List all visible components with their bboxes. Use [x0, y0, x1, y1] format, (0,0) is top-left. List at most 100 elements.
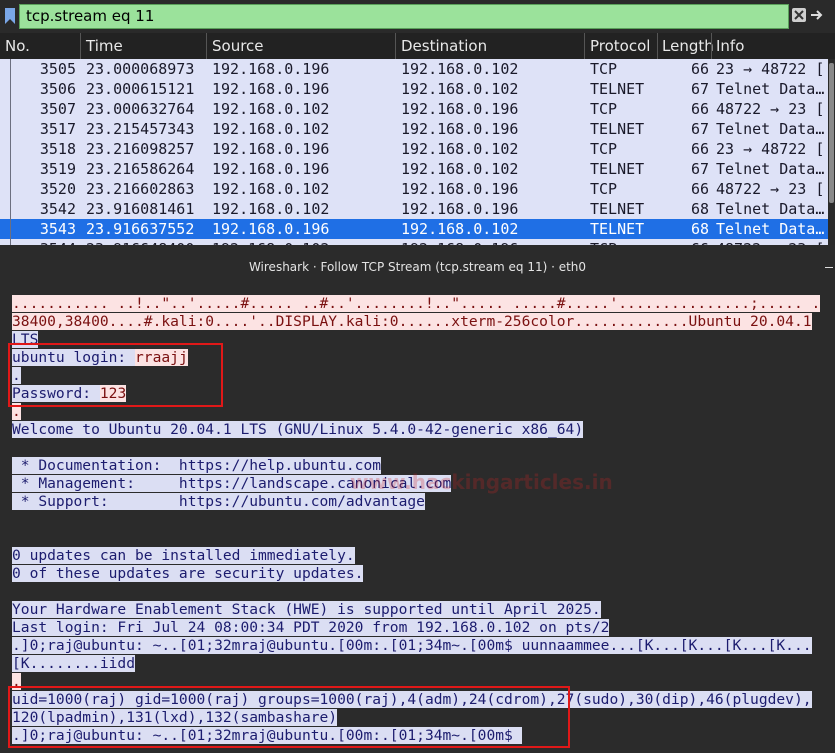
packet-no: 3542: [39, 200, 76, 218]
packet-length: 67: [690, 80, 709, 98]
packet-row[interactable]: 3518 23.216098257 192.168.0.196 192.168.0.1…: [0, 139, 828, 159]
server-stream-line: * Documentation: https://help.ubuntu.com: [12, 457, 382, 475]
packet-no: 3543: [39, 220, 76, 238]
stream-text: * Support: https://ubuntu.com/advantage: [12, 493, 425, 510]
packet-length: 66: [690, 140, 709, 158]
packet-source: 192.168.0.102: [212, 200, 330, 218]
packet-destination: 192.168.0.102: [401, 160, 519, 178]
packet-source: 192.168.0.196: [212, 60, 330, 78]
packet-no: 3517: [39, 120, 76, 138]
packet-no: 3518: [39, 140, 76, 158]
packet-info: Telnet Data…: [716, 120, 825, 138]
packet-source: 192.168.0.196: [212, 140, 330, 158]
server-stream-line: 0 of these updates are security updates.: [12, 565, 364, 583]
packet-no: 3520: [39, 180, 76, 198]
id-output-highlight-box: [8, 686, 570, 748]
packet-destination: 192.168.0.102: [401, 140, 519, 158]
stream-text: Your Hardware Enablement Stack (HWE) is …: [12, 601, 601, 618]
packet-destination: 192.168.0.102: [401, 80, 519, 98]
packet-destination: 192.168.0.196: [401, 100, 519, 118]
packet-protocol: TCP: [590, 100, 618, 118]
packet-protocol: TELNET: [590, 200, 645, 218]
packet-row[interactable]: 3542 23.916081461 192.168.0.102 192.168.0.1…: [0, 199, 828, 219]
column-header-destination[interactable]: Destination: [401, 37, 487, 55]
window-title: Wireshark · Follow TCP Stream (tcp.strea…: [248, 260, 587, 274]
client-stream-line: 38400,38400....#.kali:0....'..DISPLAY.ka…: [12, 313, 812, 331]
packet-time: 23.216098257: [86, 140, 195, 158]
packet-info: 48722 → 23 [: [716, 100, 825, 118]
server-stream-line: Your Hardware Enablement Stack (HWE) is …: [12, 601, 601, 619]
clear-filter-icon[interactable]: [792, 8, 806, 22]
packet-row[interactable]: 3506 23.000615121 192.168.0.196 192.168.0.1…: [0, 79, 828, 99]
packet-protocol: TCP: [590, 180, 618, 198]
packet-length: 68: [690, 200, 709, 218]
packet-time: 23.000632764: [86, 100, 195, 118]
packet-no: 3507: [39, 100, 76, 118]
column-header-length[interactable]: Length: [662, 37, 714, 55]
packet-time: 23.916637552: [86, 220, 195, 238]
packet-row[interactable]: 3520 23.216602863 192.168.0.102 192.168.0.1…: [0, 179, 828, 199]
server-stream-line: [K........iidd: [12, 655, 136, 673]
packet-source: 192.168.0.102: [212, 100, 330, 118]
packet-row[interactable]: 3507 23.000632764 192.168.0.102 192.168.0.1…: [0, 99, 828, 119]
packet-info: 23 → 48722 [: [716, 140, 825, 158]
display-filter-bar: tcp.stream eq 11: [0, 0, 835, 33]
packet-no: 3506: [39, 80, 76, 98]
packet-source: 192.168.0.102: [212, 120, 330, 138]
server-stream-line: 0 updates can be installed immediately.: [12, 547, 355, 565]
stream-text: .]0;raj@ubuntu: ~..[01;32mraj@ubuntu.[00…: [12, 637, 812, 654]
packet-time: 23.216586264: [86, 160, 195, 178]
server-stream-line: .]0;raj@ubuntu: ~..[01;32mraj@ubuntu.[00…: [12, 637, 812, 655]
stream-text: * Documentation: https://help.ubuntu.com: [12, 457, 382, 474]
packet-time: 23.000615121: [86, 80, 195, 98]
packet-time: 23.216602863: [86, 180, 195, 198]
column-header-protocol[interactable]: Protocol: [590, 37, 650, 55]
packet-protocol: TCP: [590, 60, 618, 78]
column-header-source[interactable]: Source: [212, 37, 264, 55]
column-header-info[interactable]: Info: [716, 37, 744, 55]
bookmark-icon[interactable]: [4, 7, 16, 25]
packet-no: 3519: [39, 160, 76, 178]
packet-source: 192.168.0.196: [212, 160, 330, 178]
stream-text: 0 of these updates are security updates.: [12, 565, 364, 582]
related-packet-marker: [10, 59, 11, 245]
column-header-time[interactable]: Time: [86, 37, 123, 55]
packet-time: 23.000068973: [86, 60, 195, 78]
packet-time: 23.916081461: [86, 200, 195, 218]
follow-stream-window-title: Wireshark · Follow TCP Stream (tcp.strea…: [0, 245, 835, 285]
minimize-icon[interactable]: [825, 267, 833, 268]
packet-protocol: TELNET: [590, 80, 645, 98]
packet-list: No. Time Source Destination Protocol Len…: [0, 33, 835, 245]
stream-text: ........... ..!.."..'.....#..... ..#..'.…: [12, 295, 821, 312]
packet-protocol: TELNET: [590, 220, 645, 238]
packet-row[interactable]: 3505 23.000068973 192.168.0.196 192.168.0.1…: [0, 59, 828, 79]
packet-protocol: TCP: [590, 140, 618, 158]
credentials-highlight-box: [8, 343, 223, 407]
packet-destination: 192.168.0.196: [401, 180, 519, 198]
packet-list-scrollbar-thumb[interactable]: [829, 63, 834, 203]
display-filter-input[interactable]: tcp.stream eq 11: [19, 4, 789, 29]
tcp-stream-content[interactable]: ........... ..!.."..'.....#..... ..#..'.…: [0, 285, 835, 753]
packet-row[interactable]: 3517 23.215457343 192.168.0.102 192.168.0.1…: [0, 119, 828, 139]
arrow-right-icon[interactable]: [810, 8, 824, 22]
column-header-no[interactable]: No.: [5, 37, 30, 55]
packet-source: 192.168.0.196: [212, 220, 330, 238]
stream-text: Last login: Fri Jul 24 08:00:34 PDT 2020…: [12, 619, 610, 636]
packet-list-header: No. Time Source Destination Protocol Len…: [0, 33, 835, 59]
selected-packet-row[interactable]: 3543 23.916637552 192.168.0.196 192.168.0.1…: [0, 219, 828, 239]
server-stream-line: Last login: Fri Jul 24 08:00:34 PDT 2020…: [12, 619, 610, 637]
packet-protocol: TELNET: [590, 160, 645, 178]
packet-length: 68: [690, 220, 709, 238]
stream-text: 38400,38400....#.kali:0....'..DISPLAY.ka…: [12, 313, 812, 330]
packet-row[interactable]: 3519 23.216586264 192.168.0.196 192.168.0.1…: [0, 159, 828, 179]
packet-protocol: TELNET: [590, 120, 645, 138]
packet-length: 67: [690, 160, 709, 178]
packet-destination: 192.168.0.196: [401, 200, 519, 218]
packet-info: 48722 → 23 [: [716, 180, 825, 198]
packet-destination: 192.168.0.102: [401, 60, 519, 78]
stream-text: 0 updates can be installed immediately.: [12, 547, 355, 564]
packet-info: Telnet Data…: [716, 80, 825, 98]
packet-length: 66: [690, 100, 709, 118]
packet-destination: 192.168.0.102: [401, 220, 519, 238]
packet-source: 192.168.0.196: [212, 80, 330, 98]
